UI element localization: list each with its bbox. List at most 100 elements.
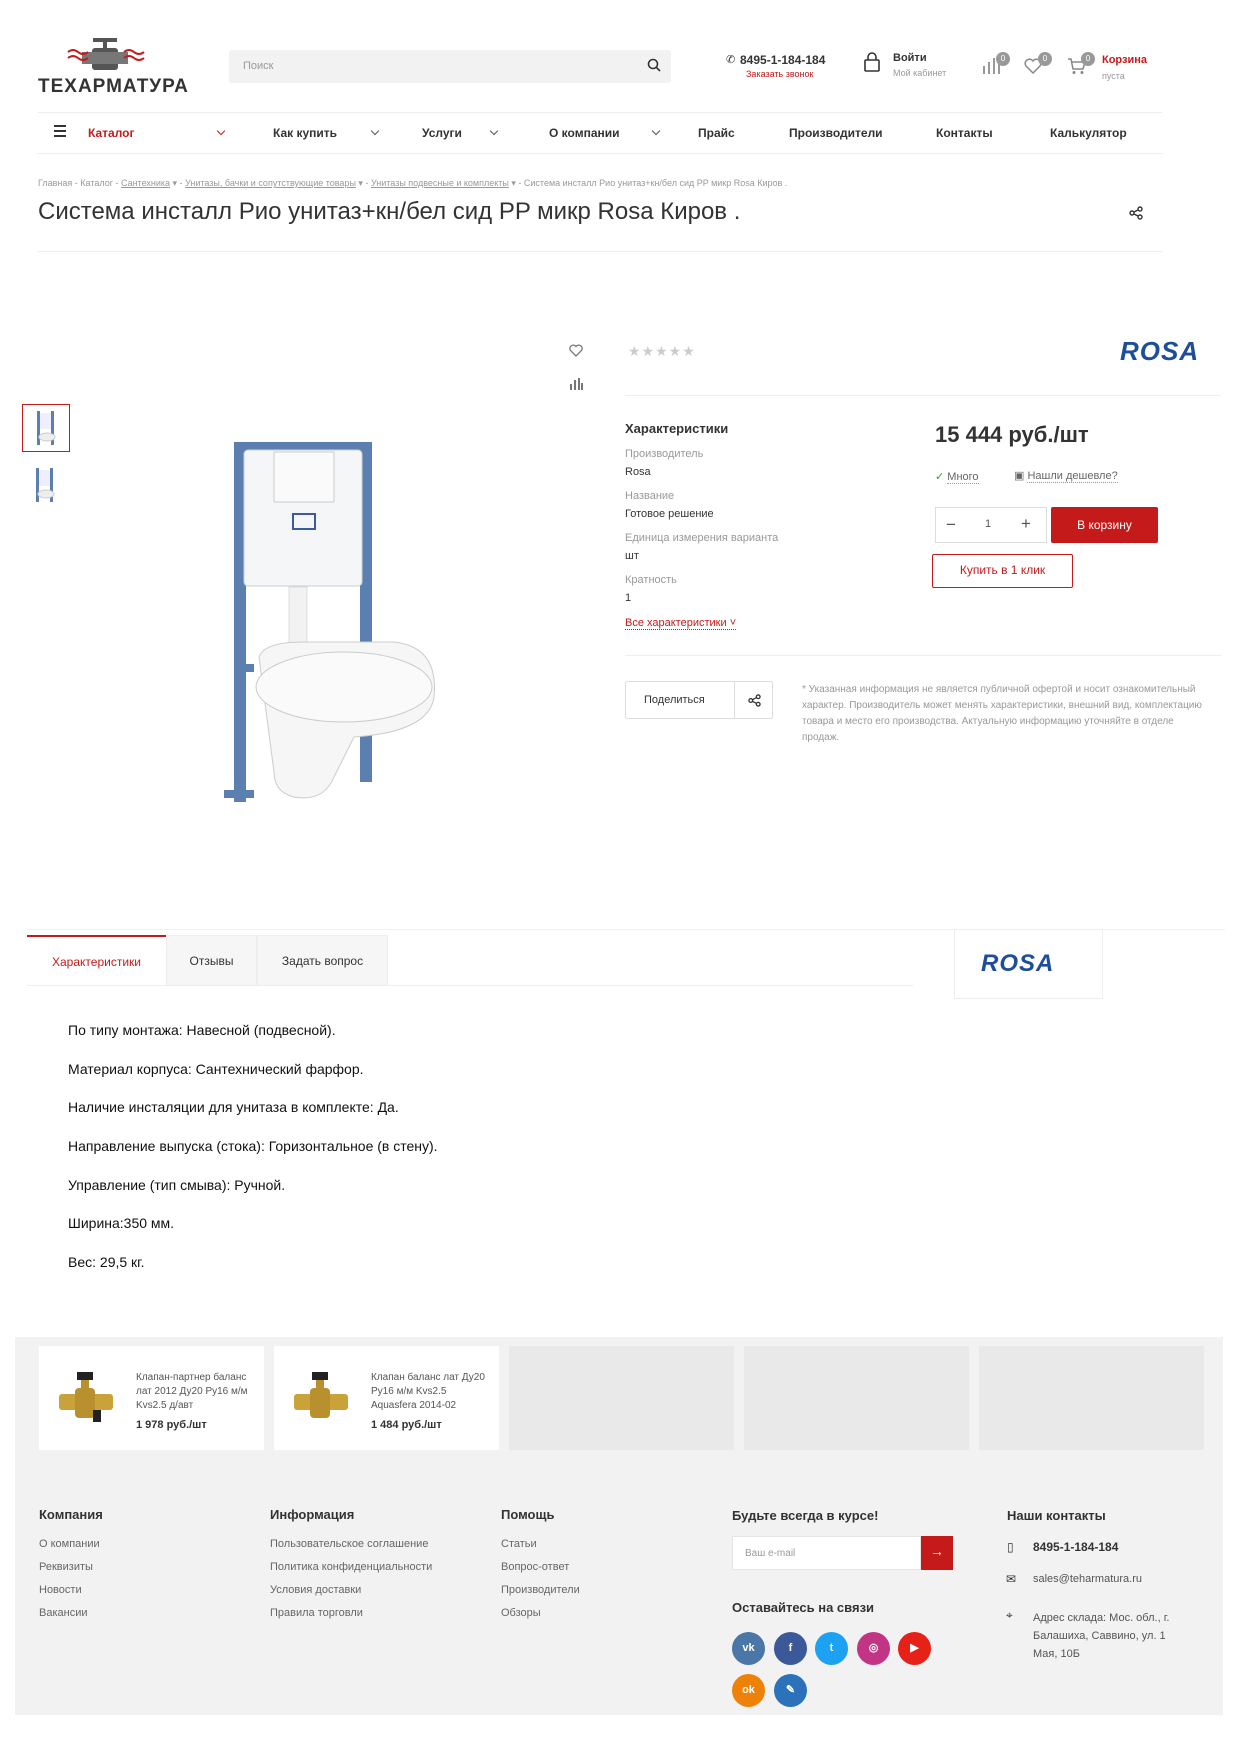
breadcrumb-item[interactable]: Сантехника (121, 178, 170, 188)
related-card[interactable]: Клапан баланс лат Ду20 Ру16 м/м Kvs2.5 A… (274, 1346, 499, 1450)
nav-how-to-buy[interactable]: Как купить (273, 126, 337, 140)
footer-link[interactable]: Правила торговли (270, 1607, 363, 1619)
footer-link[interactable]: Обзоры (501, 1607, 541, 1619)
char-label: Кратность (625, 574, 677, 586)
email-input[interactable]: Ваш e-mail (732, 1536, 921, 1570)
brand-logo: ROSA (981, 950, 1055, 977)
nav-manufacturers[interactable]: Производители (789, 126, 883, 140)
thumbnail-1[interactable] (22, 404, 70, 452)
char-value: 1 (625, 592, 632, 604)
quantity-stepper[interactable]: − 1 + (935, 507, 1047, 543)
breadcrumb-item[interactable]: Унитазы, бачки и сопутствующие товары (185, 178, 356, 188)
description-line: Направление выпуска (стока): Горизонталь… (68, 1138, 438, 1155)
footer-heading: Наши контакты (1007, 1508, 1106, 1523)
breadcrumb-item[interactable]: Унитазы подвесные и комплекты (371, 178, 509, 188)
breadcrumb-item[interactable]: Каталог (80, 178, 113, 188)
main-nav: Каталог Как купить Услуги О компании Пра… (38, 112, 1162, 154)
brand-box[interactable]: ROSA (954, 929, 1103, 999)
related-name[interactable]: Клапан-партнер баланс лат 2012 Ду20 Ру16… (136, 1371, 254, 1413)
footer-link[interactable]: О компании (39, 1538, 100, 1550)
valve-image (294, 1372, 348, 1418)
related-name[interactable]: Клапан баланс лат Ду20 Ру16 м/м Kvs2.5 A… (371, 1371, 489, 1413)
compare-button[interactable]: 0 (982, 52, 1010, 79)
related-price: 1 484 руб./шт (371, 1419, 442, 1431)
login-label[interactable]: Войти (893, 52, 927, 64)
divider (625, 395, 1221, 396)
rating-stars[interactable]: ★★★★★ (628, 343, 696, 360)
nav-services[interactable]: Услуги (422, 126, 462, 140)
site-logo[interactable]: ТЕХАРМАТУРА (38, 38, 193, 100)
nav-calculator[interactable]: Калькулятор (1050, 126, 1127, 140)
tab-characteristics[interactable]: Характеристики (27, 935, 166, 986)
minus-button[interactable]: − (946, 515, 956, 535)
product-description: По типу монтажа: Навесной (подвесной). М… (68, 1022, 438, 1293)
char-label: Производитель (625, 448, 704, 460)
nav-about[interactable]: О компании (549, 126, 620, 140)
characteristics-title: Характеристики (625, 421, 729, 436)
disclaimer-note: * Указанная информация не является публи… (802, 684, 1202, 743)
all-characteristics-link[interactable]: Все характеристики ˅ (625, 617, 737, 630)
location-icon: ⌖ (1006, 1608, 1013, 1622)
brand-logo[interactable]: ROSA (1120, 336, 1199, 367)
add-to-cart-button[interactable]: В корзину (1051, 507, 1158, 543)
livejournal-icon[interactable]: ✎ (774, 1674, 807, 1707)
stock-status: ✓ Много (935, 470, 979, 484)
footer-link[interactable]: Политика конфиденциальности (270, 1561, 432, 1573)
share-icon (748, 694, 761, 707)
nav-contacts[interactable]: Контакты (936, 126, 993, 140)
facebook-icon[interactable]: f (774, 1632, 807, 1665)
tab-ask-question[interactable]: Задать вопрос (257, 935, 388, 986)
buy-one-click-button[interactable]: Купить в 1 клик (932, 554, 1073, 588)
footer-link[interactable]: Условия доставки (270, 1584, 361, 1596)
arrow-right-icon: → (930, 1543, 944, 1559)
share-icon[interactable] (1129, 206, 1143, 220)
callback-link[interactable]: Заказать звонок (746, 69, 813, 79)
nav-catalog[interactable]: Каталог (88, 126, 135, 140)
tab-reviews[interactable]: Отзывы (166, 935, 257, 986)
plus-button[interactable]: + (1021, 514, 1031, 534)
footer-link[interactable]: Пользовательское соглашение (270, 1538, 428, 1550)
product-tabs: Характеристики Отзывы Задать вопрос (27, 935, 913, 986)
breadcrumb-item[interactable]: Главная (38, 178, 72, 188)
search-input[interactable]: Поиск (229, 50, 671, 83)
vk-icon[interactable]: vk (732, 1632, 765, 1665)
footer (15, 1462, 1223, 1715)
related-card-placeholder (979, 1346, 1204, 1450)
related-card[interactable]: Клапан-партнер баланс лат 2012 Ду20 Ру16… (39, 1346, 264, 1450)
compare-icon[interactable] (570, 378, 583, 390)
product-image[interactable] (214, 432, 454, 812)
chevron-down-icon (216, 126, 226, 136)
footer-link[interactable]: Новости (39, 1584, 82, 1596)
phone-number[interactable]: 8495-1-184-184 (740, 53, 825, 67)
breadcrumb: Главная - Каталог - Сантехника ▾ - Унита… (38, 178, 788, 188)
favorites-button[interactable]: 0 (1024, 52, 1052, 79)
odnoklassniki-icon[interactable]: ok (732, 1674, 765, 1707)
footer-link[interactable]: Реквизиты (39, 1561, 93, 1573)
mail-icon: ✉ (1006, 1572, 1017, 1586)
share-button[interactable]: Поделиться (625, 681, 773, 719)
quantity-input[interactable]: 1 (985, 518, 991, 530)
footer-phone[interactable]: 8495-1-184-184 (1033, 1540, 1118, 1554)
found-cheaper-link[interactable]: ▣ Нашли дешевле? (1014, 469, 1118, 483)
menu-icon (54, 125, 66, 137)
all-characteristics-label: Все характеристики (625, 617, 727, 629)
cart-label[interactable]: Корзина (1102, 54, 1147, 66)
subscribe-button[interactable]: → (921, 1536, 953, 1570)
thumbnail-2[interactable] (22, 462, 70, 510)
twitter-icon[interactable]: t (815, 1632, 848, 1665)
footer-address: Адрес склада: Мос. обл., г. Балашиха, Са… (1033, 1612, 1170, 1660)
footer-heading: Помощь (501, 1507, 555, 1522)
search-icon[interactable] (647, 58, 661, 72)
phone-icon: ✆ (726, 54, 736, 66)
footer-email[interactable]: sales@teharmatura.ru (1033, 1573, 1142, 1585)
instagram-icon[interactable]: ◎ (857, 1632, 890, 1665)
footer-link[interactable]: Статьи (501, 1538, 537, 1550)
footer-link[interactable]: Вопрос-ответ (501, 1561, 569, 1573)
product-price: 15 444 руб./шт (935, 422, 1089, 447)
favorite-icon[interactable] (569, 344, 583, 357)
cart-button[interactable]: 0 Корзина пуста (1067, 52, 1147, 81)
youtube-icon[interactable]: ▶ (898, 1632, 931, 1665)
footer-link[interactable]: Производители (501, 1584, 580, 1596)
footer-link[interactable]: Вакансии (39, 1607, 88, 1619)
nav-price[interactable]: Прайс (698, 126, 735, 140)
